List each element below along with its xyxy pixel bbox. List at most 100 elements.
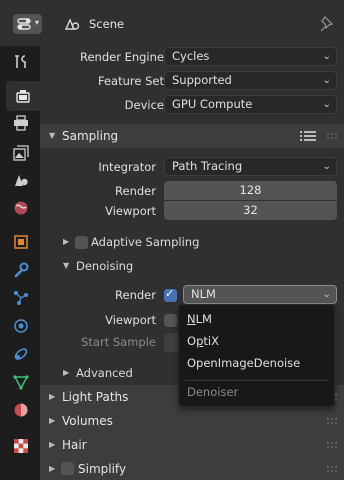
menu-separator [185,380,328,381]
particles-icon [14,291,28,305]
checker-texture-icon [14,439,28,453]
samples-viewport-field[interactable]: 32 [164,201,337,220]
tab-modifiers[interactable] [11,260,31,280]
integrator-dropdown[interactable]: Path Tracing ⌄ [164,157,337,176]
chevron-down-icon: ⌄ [322,289,331,300]
hair-panel-header[interactable]: ▶ Hair [40,433,344,457]
chevron-down-icon: ▾ [34,18,39,27]
tab-particles[interactable] [11,288,31,308]
sampling-panel-header[interactable]: ▼ Sampling [40,124,344,148]
drag-handle-icon[interactable] [326,441,338,449]
samples-render-label: Render [115,184,156,198]
advanced-title: Advanced [76,366,133,380]
chevron-down-icon: ⌄ [322,75,331,86]
samples-render-field[interactable]: 128 [164,181,337,200]
simplify-checkbox[interactable] [61,462,74,475]
properties-tab-strip [0,46,40,480]
denoiser-menu: NLM OptiX OpenImageDenoise Denoiser [178,304,335,407]
light-paths-title: Light Paths [62,390,129,404]
drag-handle-icon[interactable] [326,417,338,425]
collapsed-triangle-icon: ▶ [63,237,70,246]
editor-type-button[interactable]: ▾ [13,14,42,34]
samples-viewport-label: Viewport [105,204,156,218]
chevron-down-icon: ⌄ [322,51,331,62]
render-properties: Render Engine Cycles ⌄ Feature Set Suppo… [40,46,344,480]
properties-editor-icon [17,18,31,30]
denoising-title: Denoising [76,259,134,273]
tab-scene[interactable] [11,170,31,190]
sampling-title: Sampling [62,129,119,143]
denoiser-value: NLM [191,287,216,301]
volumes-panel-header[interactable]: ▶ Volumes [40,409,344,433]
menu-item-nlm[interactable]: NLM [187,312,212,326]
denoising-subpanel-header[interactable]: ▼ Denoising [40,255,344,277]
camera-back-icon [16,90,30,103]
expanded-triangle-icon: ▼ [49,131,56,140]
collapsed-triangle-icon: ▶ [49,440,56,449]
scene-name-label: Scene [89,17,125,31]
device-label: Device [124,98,164,112]
expanded-triangle-icon: ▼ [63,261,70,270]
render-engine-label: Render Engine [79,50,164,64]
tab-material[interactable] [11,400,31,420]
chevron-down-icon: ⌄ [322,161,331,172]
properties-header: ▾ Scene [0,0,344,46]
drag-handle-icon[interactable] [326,132,338,140]
render-engine-value: Cycles [172,49,210,63]
tab-constraints[interactable] [11,344,31,364]
adaptive-sampling-title: Adaptive Sampling [91,235,200,249]
tab-texture[interactable] [11,436,31,456]
scene-cone-sphere-icon [15,175,28,186]
printer-icon [14,115,28,131]
tab-render[interactable] [6,81,40,111]
start-sample-label: Start Sample [81,335,156,349]
tab-output[interactable] [11,113,31,133]
menu-title: Denoiser [187,385,239,399]
adaptive-sampling-checkbox[interactable] [75,236,88,249]
wrench-screwdriver-icon [15,55,26,68]
device-value: GPU Compute [172,97,253,111]
denoise-viewport-label: Viewport [105,313,156,327]
denoise-viewport-checkbox[interactable] [164,314,177,327]
collapsed-triangle-icon: ▶ [49,464,56,473]
collapsed-triangle-icon: ▶ [63,368,70,377]
device-dropdown[interactable]: GPU Compute ⌄ [164,95,337,114]
integrator-value: Path Tracing [172,159,243,173]
material-sphere-icon [14,403,28,417]
simplify-panel-header[interactable]: ▶ Simplify [40,457,344,480]
tab-physics[interactable] [11,316,31,336]
image-stack-icon [13,145,29,161]
tab-data[interactable] [11,372,31,392]
feature-set-label: Feature Set [98,74,164,88]
simplify-title: Simplify [78,462,127,476]
collapsed-triangle-icon: ▶ [49,392,56,401]
physics-orbit-icon [14,319,28,333]
presets-list-icon[interactable] [300,130,318,142]
denoiser-dropdown[interactable]: NLM ⌄ [183,285,337,304]
denoise-render-checkbox[interactable] [164,287,177,302]
denoise-render-label: Render [115,288,156,302]
integrator-label: Integrator [98,160,156,174]
wrench-icon [14,262,29,278]
mesh-data-triangle-icon [13,375,29,390]
scene-icon [64,18,80,30]
feature-set-dropdown[interactable]: Supported ⌄ [164,71,337,90]
pin-icon[interactable] [320,16,334,32]
menu-item-optix[interactable]: OptiX [187,334,219,348]
tab-tool[interactable] [11,52,31,72]
volumes-title: Volumes [62,414,113,428]
hair-title: Hair [62,438,87,452]
chevron-down-icon: ⌄ [322,99,331,110]
render-engine-dropdown[interactable]: Cycles ⌄ [164,47,337,66]
drag-handle-icon[interactable] [326,465,338,473]
adaptive-sampling-subpanel-header[interactable]: ▶ Adaptive Sampling [40,231,344,253]
collapsed-triangle-icon: ▶ [49,416,56,425]
tab-object[interactable] [11,232,31,252]
menu-item-openimagedenoise[interactable]: OpenImageDenoise [187,356,300,370]
constraint-link-icon [14,348,28,360]
tab-view-layer[interactable] [11,143,31,163]
feature-set-value: Supported [172,73,232,87]
world-globe-icon [14,201,28,215]
tab-world[interactable] [11,198,31,218]
object-square-icon [14,235,28,249]
